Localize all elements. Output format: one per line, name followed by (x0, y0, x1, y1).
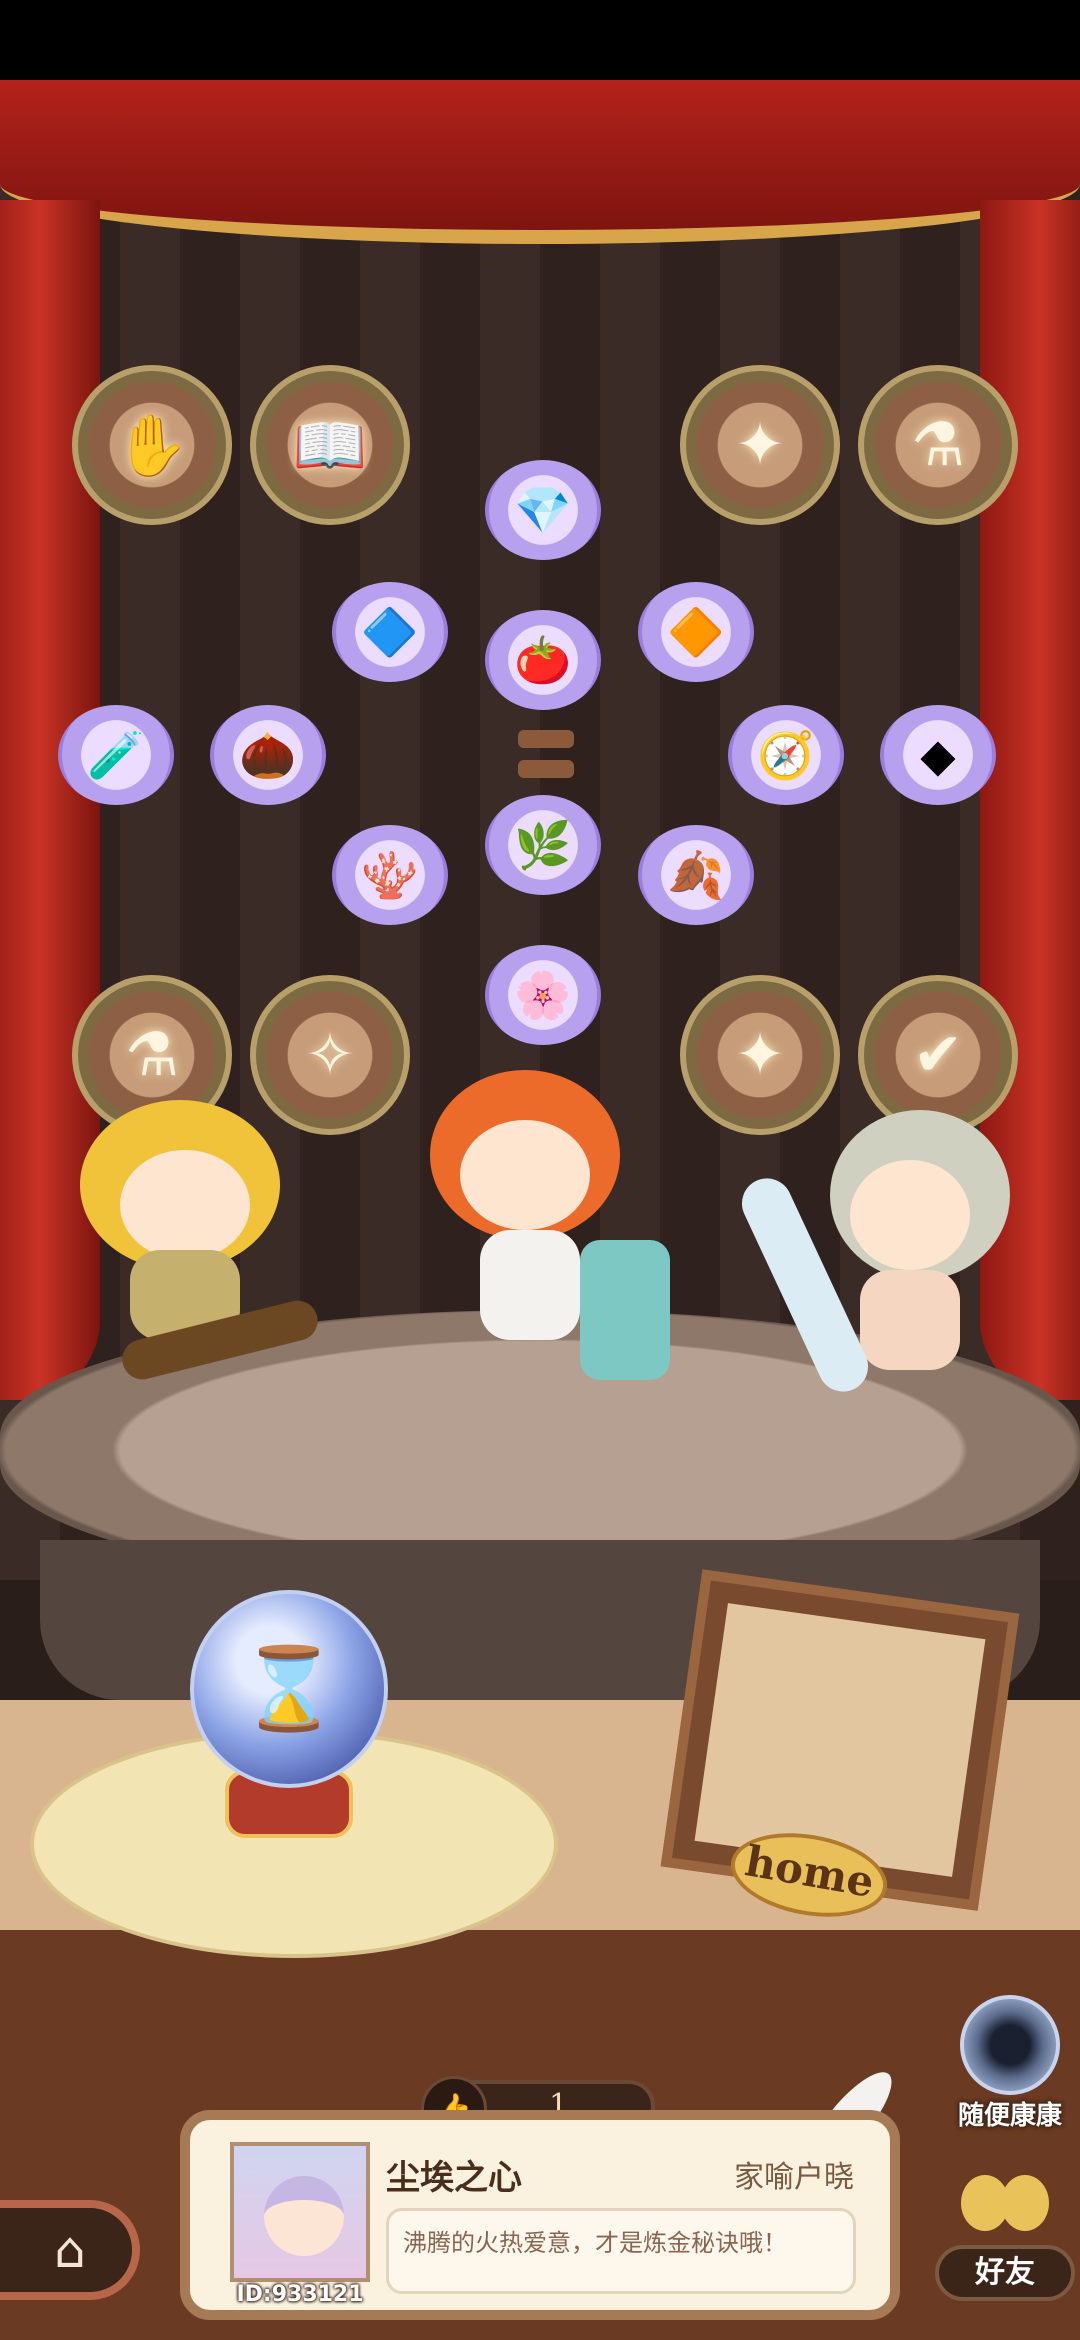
ingredient-glyph: 💎 (514, 482, 572, 537)
sparkle-flower-medal-icon[interactable]: ✦ (680, 365, 840, 525)
hourglass-glyph: ⌛ (239, 1642, 339, 1735)
equals-icon (518, 730, 574, 780)
quote-text: 沸腾的火热爱意，才是炼金秘诀哦！ (386, 2208, 856, 2294)
red-coral-ingredient-icon[interactable]: 🪸 (332, 825, 448, 925)
tomato-ingredient-icon[interactable]: 🍅 (485, 610, 601, 710)
medal-glyph: ✦ (734, 410, 786, 480)
avatar-face (264, 2176, 344, 2256)
hourglass-icon[interactable]: ⌛ (190, 1590, 388, 1788)
status-bar (0, 0, 1080, 80)
ingredient-glyph: 🔶 (667, 604, 725, 659)
nuts-ingredient-icon[interactable]: 🌰 (210, 705, 326, 805)
ingredient-glyph: 🌿 (514, 817, 572, 872)
character-blonde-telescope[interactable] (80, 1100, 322, 1400)
blue-powder-ingredient-icon[interactable]: 🔷 (332, 582, 448, 682)
medal-glyph: ✧ (304, 1020, 356, 1090)
compass-ingredient-icon[interactable]: 🧭 (728, 705, 844, 805)
medal-glyph: ⚗ (911, 410, 965, 480)
profile-card[interactable]: ID:933121 尘埃之心 家喻户晓 沸腾的火热爱意，才是炼金秘诀哦！ (180, 2110, 900, 2320)
friends-icon (955, 2165, 1055, 2245)
cauldron-medal-icon[interactable]: ⚗ (858, 365, 1018, 525)
potion-ingredient-icon[interactable]: 🧪 (58, 705, 174, 805)
crystal-ingredient-icon[interactable]: 💎 (485, 460, 601, 560)
author-name: 家喻户晓 (734, 2160, 854, 2195)
ingredient-glyph: 🧪 (87, 727, 145, 782)
stage-title: 尘埃之心 (386, 2158, 522, 2198)
medal-glyph: ✦ (734, 1020, 786, 1090)
friends-button[interactable]: 好友 (935, 2165, 1075, 2301)
purple-flower-ingredient-icon[interactable]: 🌸 (485, 945, 601, 1045)
ingredient-glyph: 🌸 (514, 967, 572, 1022)
golden-leaf-ingredient-icon[interactable]: 🍂 (638, 825, 754, 925)
character-orange-bottle[interactable] (420, 1070, 680, 1390)
random-visit-label: 随便康康 (957, 2101, 1062, 2131)
medal-glyph: ✔ (912, 1020, 964, 1090)
medal-glyph: 📖 (292, 410, 368, 481)
ingredient-glyph: ◆ (920, 728, 956, 782)
avatar[interactable] (230, 2142, 370, 2282)
stone-ingredient-icon[interactable]: ◆ (880, 705, 996, 805)
herb-ingredient-icon[interactable]: 🌿 (485, 795, 601, 895)
home-button[interactable]: ⌂ (0, 2200, 140, 2300)
medal-glyph: ⚗ (125, 1020, 179, 1090)
home-icon: ⌂ (54, 2221, 86, 2279)
medal-glyph: ✋ (114, 410, 190, 481)
amber-ingredient-icon[interactable]: 🔶 (638, 582, 754, 682)
portal-icon (960, 1995, 1060, 2095)
ingredient-glyph: 🔷 (361, 604, 419, 659)
hand-plant-medal-icon[interactable]: ✋ (72, 365, 232, 525)
sparkle-flower-medal-icon[interactable]: ✦ (680, 975, 840, 1135)
user-id: ID:933121 (236, 2282, 364, 2307)
fairy-medal-icon[interactable]: ✧ (250, 975, 410, 1135)
random-visit-button[interactable]: 随便康康 (945, 1995, 1075, 2132)
friends-label: 好友 (935, 2245, 1075, 2301)
ingredient-glyph: 🧭 (757, 727, 815, 782)
ingredient-glyph: 🍅 (514, 632, 572, 687)
ingredient-glyph: 🍂 (667, 847, 725, 902)
ingredient-glyph: 🪸 (361, 847, 419, 902)
character-silver-testtube[interactable] (733, 1110, 1020, 1430)
curtain-valance (0, 80, 1080, 244)
ingredient-glyph: 🌰 (239, 727, 297, 782)
book-medal-icon[interactable]: 📖 (250, 365, 410, 525)
frame-picture (694, 1603, 986, 1877)
